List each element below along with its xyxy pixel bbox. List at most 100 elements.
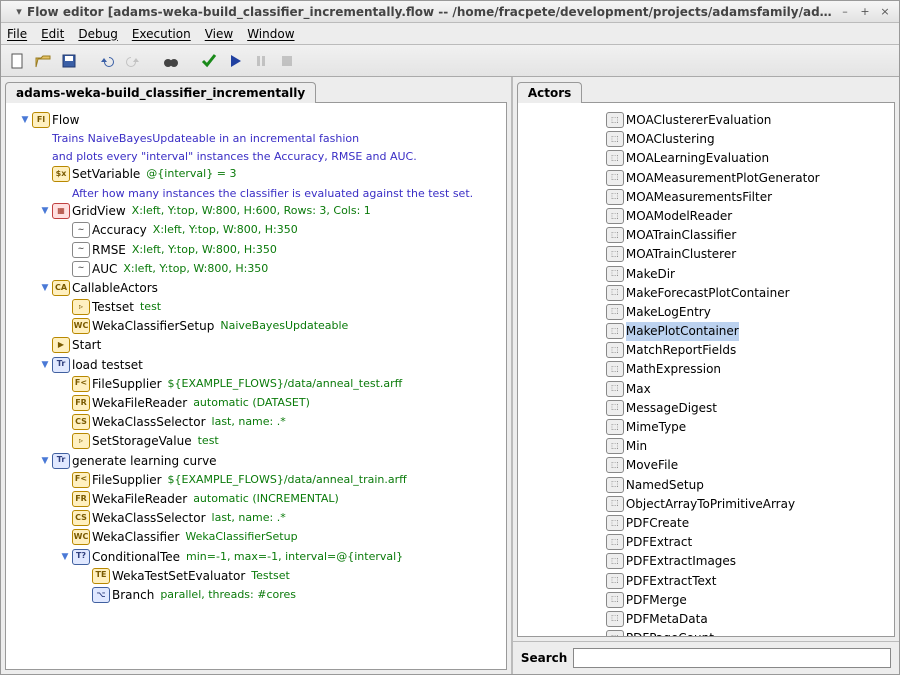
menu-file[interactable]: File [7,27,27,41]
actor-item[interactable]: ⬚NamedSetup [522,476,890,495]
actor-item[interactable]: ⬚PDFPageCount [522,629,890,637]
actors-tab[interactable]: Actors [517,81,895,102]
tree-node[interactable]: ▼T?ConditionalTeemin=-1, max=-1, interva… [10,548,502,567]
expander-icon[interactable]: ▼ [38,279,52,295]
tree-node[interactable]: ▼CACallableActors [10,279,502,298]
tree-node[interactable]: WCWekaClassifierSetupNaiveBayesUpdateabl… [10,317,502,336]
actor-item[interactable]: ⬚MOAClustererEvaluation [522,111,890,130]
actor-item[interactable]: ⬚MOAClustering [522,130,890,149]
tree-node[interactable]: TEWekaTestSetEvaluatorTestset [10,567,502,586]
undo-button[interactable] [95,49,119,73]
stop-button[interactable] [275,49,299,73]
expander-icon[interactable] [58,490,72,492]
tree-node[interactable]: After how many instances the classifier … [10,185,502,203]
actor-item[interactable]: ⬚MoveFile [522,456,890,475]
expander-icon[interactable] [58,509,72,511]
actor-item[interactable]: ⬚MakePlotContainer [522,322,890,341]
expander-icon[interactable] [58,298,72,300]
tree-node[interactable]: WCWekaClassifierWekaClassifierSetup [10,528,502,547]
tree-node[interactable]: F<FileSupplier${EXAMPLE_FLOWS}/data/anne… [10,471,502,490]
actor-item[interactable]: ⬚PDFMerge [522,591,890,610]
tree-node[interactable]: ▶Start [10,336,502,355]
pause-button[interactable] [249,49,273,73]
actor-item[interactable]: ⬚MakeDir [522,265,890,284]
actor-item[interactable]: ⬚PDFCreate [522,514,890,533]
tree-node[interactable]: ⌥Branchparallel, threads: #cores [10,586,502,605]
tree-node[interactable]: ~RMSEX:left, Y:top, W:800, H:350 [10,241,502,260]
actor-item[interactable]: ⬚PDFExtract [522,533,890,552]
search-input[interactable] [573,648,891,668]
menu-debug[interactable]: Debug [78,27,117,41]
expander-icon[interactable] [58,185,72,187]
tree-node[interactable]: CSWekaClassSelectorlast, name: .* [10,509,502,528]
actor-item[interactable]: ⬚MOAModelReader [522,207,890,226]
expander-icon[interactable] [58,375,72,377]
expander-icon[interactable]: ▼ [58,548,72,564]
actor-item[interactable]: ⬚MakeLogEntry [522,303,890,322]
maximize-button[interactable]: + [857,4,873,20]
close-button[interactable]: × [877,4,893,20]
actor-item[interactable]: ⬚Min [522,437,890,456]
open-button[interactable] [31,49,55,73]
expander-icon[interactable] [78,567,92,569]
expander-icon[interactable] [58,471,72,473]
expander-icon[interactable] [58,432,72,434]
validate-button[interactable] [197,49,221,73]
actor-item[interactable]: ⬚PDFExtractText [522,572,890,591]
expander-icon[interactable]: ▼ [38,452,52,468]
expander-icon[interactable] [58,221,72,223]
tree-node[interactable]: FRWekaFileReaderautomatic (DATASET) [10,394,502,413]
minimize-button[interactable]: – [837,4,853,20]
expander-icon[interactable]: ▼ [38,356,52,372]
actor-item[interactable]: ⬚MOATrainClusterer [522,245,890,264]
actor-item[interactable]: ⬚MimeType [522,418,890,437]
menu-edit[interactable]: Edit [41,27,64,41]
window-menu-icon[interactable]: ▾ [11,4,27,20]
tree-node[interactable]: ▼Trgenerate learning curve [10,452,502,471]
actor-item[interactable]: ⬚MatchReportFields [522,341,890,360]
expander-icon[interactable] [38,148,52,150]
tree-node[interactable]: ~AUCX:left, Y:top, W:800, H:350 [10,260,502,279]
expander-icon[interactable]: ▼ [18,111,32,127]
actors-list[interactable]: ⬚MOAClustererEvaluation⬚MOAClustering⬚MO… [517,102,895,637]
flow-tree[interactable]: ▼FlFlowTrains NaiveBayesUpdateable in an… [5,102,507,670]
new-button[interactable] [5,49,29,73]
tree-node[interactable]: and plots every "interval" instances the… [10,148,502,166]
actor-item[interactable]: ⬚PDFExtractImages [522,552,890,571]
find-button[interactable] [159,49,183,73]
expander-icon[interactable] [38,336,52,338]
expander-icon[interactable] [58,528,72,530]
actor-item[interactable]: ⬚MOAMeasurementPlotGenerator [522,169,890,188]
titlebar[interactable]: ▾ Flow editor [adams-weka-build_classifi… [1,1,899,23]
actor-item[interactable]: ⬚PDFMetaData [522,610,890,629]
expander-icon[interactable] [38,130,52,132]
expander-icon[interactable] [58,260,72,262]
tree-node[interactable]: FRWekaFileReaderautomatic (INCREMENTAL) [10,490,502,509]
expander-icon[interactable] [58,394,72,396]
actor-item[interactable]: ⬚MathExpression [522,360,890,379]
expander-icon[interactable] [58,317,72,319]
run-button[interactable] [223,49,247,73]
menu-view[interactable]: View [205,27,233,41]
tree-node[interactable]: ▹Testsettest [10,298,502,317]
actor-item[interactable]: ⬚MOALearningEvaluation [522,149,890,168]
tree-node[interactable]: CSWekaClassSelectorlast, name: .* [10,413,502,432]
tree-node[interactable]: ▹SetStorageValuetest [10,432,502,451]
actor-item[interactable]: ⬚MOATrainClassifier [522,226,890,245]
tree-node[interactable]: ~AccuracyX:left, Y:top, W:800, H:350 [10,221,502,240]
expander-icon[interactable] [58,241,72,243]
tree-node[interactable]: Trains NaiveBayesUpdateable in an increm… [10,130,502,148]
tree-node[interactable]: ▼Trload testset [10,356,502,375]
menu-execution[interactable]: Execution [132,27,191,41]
expander-icon[interactable] [78,586,92,588]
actor-item[interactable]: ⬚Max [522,380,890,399]
expander-icon[interactable] [38,165,52,167]
tree-node[interactable]: $xSetVariable@{interval} = 3 [10,165,502,184]
tree-node[interactable]: ▼FlFlow [10,111,502,130]
expander-icon[interactable] [58,413,72,415]
expander-icon[interactable]: ▼ [38,202,52,218]
flow-tab[interactable]: adams-weka-build_classifier_incrementall… [5,81,507,102]
save-button[interactable] [57,49,81,73]
actor-item[interactable]: ⬚ObjectArrayToPrimitiveArray [522,495,890,514]
tree-node[interactable]: ▼▦GridViewX:left, Y:top, W:800, H:600, R… [10,202,502,221]
